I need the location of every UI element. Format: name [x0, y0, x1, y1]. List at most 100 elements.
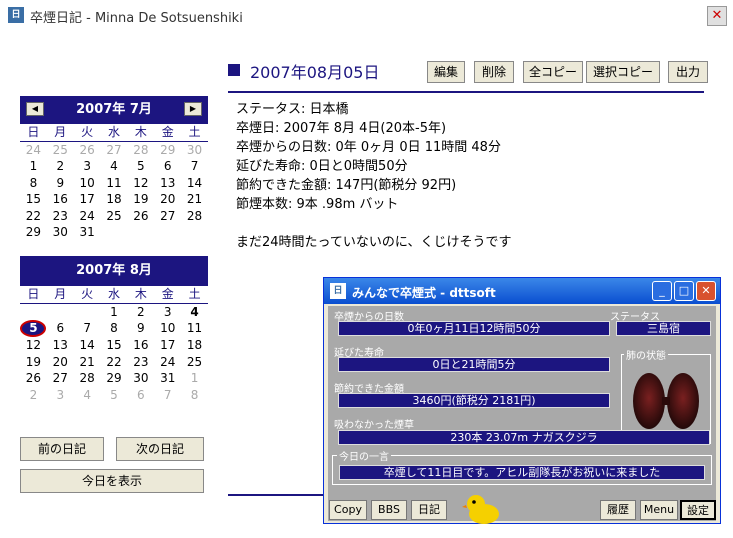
prev-month-button[interactable]: ◀: [26, 102, 44, 116]
calendar-day[interactable]: 12: [20, 337, 47, 354]
calendar-day[interactable]: 20: [47, 354, 74, 371]
widget-close-button[interactable]: ✕: [696, 281, 716, 301]
calendar-day[interactable]: 6: [127, 387, 154, 404]
calendar-day[interactable]: 27: [47, 370, 74, 387]
maximize-button[interactable]: □: [674, 281, 694, 301]
calendar-day[interactable]: 28: [181, 208, 208, 225]
output-button[interactable]: 出力: [668, 61, 708, 83]
calendar-day[interactable]: 24: [74, 208, 101, 225]
calendar-day[interactable]: 27: [154, 208, 181, 225]
calendar-day[interactable]: 26: [127, 208, 154, 225]
calendar-day[interactable]: 17: [74, 191, 101, 208]
calendar-day[interactable]: 24: [20, 142, 47, 159]
calendar-day[interactable]: 2: [20, 387, 47, 404]
calendar-day[interactable]: 23: [47, 208, 74, 225]
calendar-day[interactable]: 9: [127, 320, 154, 337]
calendar-day[interactable]: 13: [154, 175, 181, 192]
edit-button[interactable]: 編集: [427, 61, 465, 83]
calendar-day[interactable]: 18: [181, 337, 208, 354]
calendar-day[interactable]: 11: [181, 320, 208, 337]
calendar-day[interactable]: 16: [127, 337, 154, 354]
bbs-button[interactable]: BBS: [371, 500, 407, 520]
calendar-day[interactable]: 4: [181, 304, 208, 321]
calendar-day[interactable]: 26: [74, 142, 101, 159]
diary-button[interactable]: 日記: [411, 500, 447, 520]
next-diary-button[interactable]: 次の日記: [116, 437, 204, 461]
calendar-day[interactable]: 25: [101, 208, 128, 225]
calendar-day[interactable]: 3: [154, 304, 181, 321]
calendar-day[interactable]: 28: [127, 142, 154, 159]
show-today-button[interactable]: 今日を表示: [20, 469, 204, 493]
calendar-day[interactable]: 22: [20, 208, 47, 225]
copy-all-button[interactable]: 全コピー: [523, 61, 583, 83]
calendar-day[interactable]: 13: [47, 337, 74, 354]
prev-diary-button[interactable]: 前の日記: [20, 437, 104, 461]
calendar-day[interactable]: 31: [154, 370, 181, 387]
calendar-day[interactable]: 17: [154, 337, 181, 354]
close-button[interactable]: ✕: [707, 6, 727, 26]
calendar-day[interactable]: 5: [20, 320, 47, 337]
calendar-day[interactable]: 4: [101, 158, 128, 175]
calendar-day[interactable]: 30: [47, 224, 74, 241]
calendar-day[interactable]: 14: [181, 175, 208, 192]
delete-button[interactable]: 削除: [474, 61, 514, 83]
copy-button[interactable]: Copy: [329, 500, 367, 520]
next-month-button[interactable]: ▶: [184, 102, 202, 116]
calendar-day[interactable]: 19: [20, 354, 47, 371]
calendar-day[interactable]: 24: [154, 354, 181, 371]
calendar-day[interactable]: 5: [101, 387, 128, 404]
calendar-day[interactable]: 15: [20, 191, 47, 208]
today-marker[interactable]: 5: [20, 320, 47, 337]
calendar-day[interactable]: 1: [20, 158, 47, 175]
calendar-day[interactable]: 2: [47, 158, 74, 175]
calendar-day[interactable]: 18: [101, 191, 128, 208]
calendar-day[interactable]: 16: [47, 191, 74, 208]
calendar-day[interactable]: 1: [101, 304, 128, 321]
calendar-day[interactable]: 27: [101, 142, 128, 159]
minimize-button[interactable]: _: [652, 281, 672, 301]
calendar-day[interactable]: 12: [127, 175, 154, 192]
calendar-day[interactable]: 26: [20, 370, 47, 387]
calendar-day: [101, 224, 128, 241]
calendar-day[interactable]: 7: [154, 387, 181, 404]
calendar-day[interactable]: 25: [47, 142, 74, 159]
weekday-header: 日: [20, 286, 47, 304]
calendar-day[interactable]: 3: [47, 387, 74, 404]
calendar-day[interactable]: 25: [181, 354, 208, 371]
calendar-day[interactable]: 31: [74, 224, 101, 241]
calendar-day[interactable]: 6: [47, 320, 74, 337]
calendar-day[interactable]: 3: [74, 158, 101, 175]
history-button[interactable]: 履歴: [600, 500, 636, 520]
calendar-day[interactable]: 15: [101, 337, 128, 354]
calendar-day[interactable]: 4: [74, 387, 101, 404]
calendar-day[interactable]: 2: [127, 304, 154, 321]
calendar-day[interactable]: 20: [154, 191, 181, 208]
menu-button[interactable]: Menu: [640, 500, 678, 520]
calendar-day[interactable]: 8: [20, 175, 47, 192]
calendar-day[interactable]: 1: [181, 370, 208, 387]
calendar-day[interactable]: 30: [181, 142, 208, 159]
calendar-day[interactable]: 21: [181, 191, 208, 208]
calendar-day[interactable]: 22: [101, 354, 128, 371]
calendar-day[interactable]: 30: [127, 370, 154, 387]
calendar-day[interactable]: 29: [154, 142, 181, 159]
calendar-day[interactable]: 23: [127, 354, 154, 371]
calendar-day[interactable]: 19: [127, 191, 154, 208]
copy-selection-button[interactable]: 選択コピー: [586, 61, 660, 83]
calendar-day[interactable]: 8: [181, 387, 208, 404]
calendar-day[interactable]: 6: [154, 158, 181, 175]
calendar-day[interactable]: 11: [101, 175, 128, 192]
calendar-day[interactable]: 28: [74, 370, 101, 387]
calendar-day[interactable]: 10: [74, 175, 101, 192]
calendar-day[interactable]: 29: [20, 224, 47, 241]
calendar-day[interactable]: 7: [74, 320, 101, 337]
calendar-day[interactable]: 14: [74, 337, 101, 354]
calendar-day[interactable]: 21: [74, 354, 101, 371]
calendar-day[interactable]: 8: [101, 320, 128, 337]
settings-button[interactable]: 設定: [680, 500, 716, 520]
calendar-day[interactable]: 7: [181, 158, 208, 175]
calendar-day[interactable]: 29: [101, 370, 128, 387]
calendar-day[interactable]: 5: [127, 158, 154, 175]
calendar-day[interactable]: 9: [47, 175, 74, 192]
calendar-day[interactable]: 10: [154, 320, 181, 337]
